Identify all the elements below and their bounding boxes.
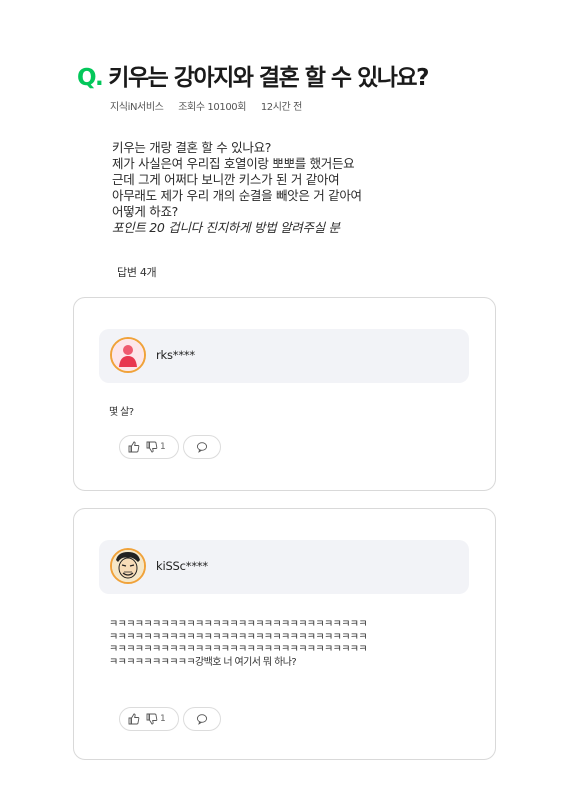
comment-button[interactable]: [183, 707, 221, 731]
body-line: 아무래도 제가 우리 개의 순결을 빼앗은 거 같아여: [112, 188, 362, 203]
answer-text-line: 몇 살?: [109, 407, 134, 418]
category-label: 지식iN서비스: [110, 102, 164, 113]
answer-username[interactable]: rks****: [156, 348, 195, 362]
body-line: 근데 그게 어쩌다 보니깐 키스가 된 거 같아여: [112, 172, 340, 187]
answer-text-line: ㅋㅋㅋㅋㅋㅋㅋㅋㅋㅋㅋㅋㅋㅋㅋㅋㅋㅋㅋㅋㅋㅋㅋㅋㅋㅋㅋㅋㅋㅋ: [109, 631, 368, 643]
comment-icon: [196, 713, 208, 725]
post-time: 12시간 전: [260, 102, 303, 113]
answer-user-bar[interactable]: rks****: [99, 329, 469, 383]
answer-text-line: ㅋㅋㅋㅋㅋㅋㅋㅋㅋㅋㅋㅋㅋㅋㅋㅋㅋㅋㅋㅋㅋㅋㅋㅋㅋㅋㅋㅋㅋㅋ: [109, 644, 368, 655]
answer-text-line: ㅋㅋㅋㅋㅋㅋㅋㅋㅋㅋㅋㅋㅋㅋㅋㅋㅋㅋㅋㅋㅋㅋㅋㅋㅋㅋㅋㅋㅋㅋ: [109, 619, 368, 630]
view-count: 조회수 10100회: [178, 102, 247, 113]
answer-actions: 1: [119, 707, 221, 731]
comment-button[interactable]: [183, 435, 221, 459]
answer-card: rks**** 몇 살? 1: [73, 297, 496, 491]
question-body: 키우는 개랑 결혼 할 수 있나요? 제가 사실은여 우리집 호열이랑 뽀뽀를 …: [112, 140, 472, 236]
answer-text: 몇 살?: [109, 407, 134, 420]
answer-username[interactable]: kiSSc****: [156, 559, 208, 573]
pink-person-avatar[interactable]: [110, 337, 146, 373]
vote-pill: 1: [119, 707, 179, 731]
body-line: 제가 사실은여 우리집 호열이랑 뽀뽀를 했거든요: [112, 156, 355, 171]
thumbs-down-button[interactable]: 1: [146, 441, 166, 453]
comment-icon: [196, 441, 208, 453]
body-line: 키우는 개랑 결혼 할 수 있나요?: [112, 140, 272, 155]
body-line: 어떻게 하죠?: [112, 204, 179, 219]
cartoon-face-avatar[interactable]: [110, 548, 146, 584]
thumbs-down-button[interactable]: 1: [146, 713, 166, 725]
dislike-count: 1: [160, 714, 166, 724]
thumbs-up-icon[interactable]: [128, 713, 140, 725]
answer-count: 답변 4개: [117, 266, 157, 279]
answer-card: kiSSc**** ㅋㅋㅋㅋㅋㅋㅋㅋㅋㅋㅋㅋㅋㅋㅋㅋㅋㅋㅋㅋㅋㅋㅋㅋㅋㅋㅋㅋㅋㅋ…: [73, 508, 496, 760]
dislike-count: 1: [160, 442, 166, 452]
question-title: Q. 키우는 강아지와 결혼 할 수 있나요?: [77, 58, 429, 92]
body-point-note: 포인트 20 겁니다 진지하게 방법 알려주실 분: [112, 220, 340, 235]
answer-user-bar[interactable]: kiSSc****: [99, 540, 469, 594]
thumbs-down-icon: [146, 713, 158, 725]
question-meta: 지식iN서비스 조회수 10100회 12시간 전: [110, 98, 314, 113]
question-title-text: 키우는 강아지와 결혼 할 수 있나요?: [108, 65, 429, 91]
vote-pill: 1: [119, 435, 179, 459]
question-mark: Q.: [77, 65, 104, 91]
answer-text-line: ㅋㅋㅋㅋㅋㅋㅋㅋㅋㅋ강백호 너 여기서 뭐 하나?: [109, 656, 297, 668]
thumbs-up-icon[interactable]: [128, 441, 140, 453]
thumbs-down-icon: [146, 441, 158, 453]
answer-actions: 1: [119, 435, 221, 459]
answer-text: ㅋㅋㅋㅋㅋㅋㅋㅋㅋㅋㅋㅋㅋㅋㅋㅋㅋㅋㅋㅋㅋㅋㅋㅋㅋㅋㅋㅋㅋㅋ ㅋㅋㅋㅋㅋㅋㅋㅋㅋ…: [109, 619, 368, 669]
